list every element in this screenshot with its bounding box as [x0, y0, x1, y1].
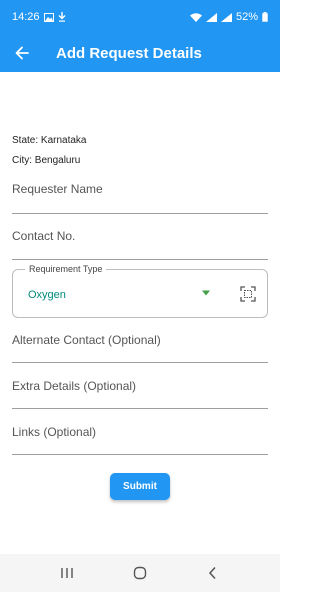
screen: 14:26 52% Add Request Details State: Kar…	[0, 0, 280, 592]
image-icon	[43, 12, 54, 22]
home-icon	[133, 566, 147, 580]
home-button[interactable]	[125, 558, 155, 588]
city-text: City: Bengaluru	[12, 155, 81, 166]
links-placeholder: Links (Optional)	[12, 425, 97, 439]
back-button[interactable]	[2, 34, 42, 72]
recent-apps-button[interactable]	[52, 558, 82, 588]
page-title: Add Request Details	[56, 44, 202, 62]
signal-icon	[205, 12, 217, 22]
recent-apps-icon	[60, 568, 73, 578]
status-bar: 14:26 52%	[0, 0, 280, 34]
back-arrow-icon	[15, 46, 29, 60]
requirement-type-label: Requirement Type	[25, 264, 107, 274]
contact-field[interactable]: Contact No.	[12, 229, 268, 260]
battery-percent: 52%	[235, 11, 258, 23]
status-right: 52%	[189, 11, 268, 23]
submit-button[interactable]: Submit	[110, 473, 170, 500]
extra-details-field[interactable]: Extra Details (Optional)	[12, 379, 268, 409]
requester-name-placeholder: Requester Name	[12, 182, 103, 196]
nav-back-icon	[209, 566, 216, 580]
status-time: 14:26	[12, 11, 40, 23]
wifi-icon	[189, 12, 202, 22]
requirement-type-dropdown[interactable]: Requirement Type Oxygen	[12, 264, 268, 318]
status-left: 14:26	[12, 11, 66, 23]
links-field[interactable]: Links (Optional)	[12, 425, 268, 455]
contact-placeholder: Contact No.	[12, 229, 76, 243]
app-bar: Add Request Details	[0, 34, 280, 72]
state-text: State: Karnataka	[12, 135, 87, 146]
requirement-type-value: Oxygen	[28, 289, 66, 301]
signal-icon-2	[220, 12, 232, 22]
extra-details-placeholder: Extra Details (Optional)	[12, 379, 137, 393]
scan-icon[interactable]	[240, 286, 256, 302]
nav-bar	[0, 554, 280, 592]
battery-icon	[262, 12, 268, 22]
alternate-contact-field[interactable]: Alternate Contact (Optional)	[12, 333, 268, 363]
requester-name-field[interactable]: Requester Name	[12, 182, 268, 214]
dropdown-arrow-icon	[202, 290, 210, 296]
alternate-contact-placeholder: Alternate Contact (Optional)	[12, 333, 161, 347]
download-icon	[58, 12, 66, 22]
nav-back-button[interactable]	[198, 558, 228, 588]
